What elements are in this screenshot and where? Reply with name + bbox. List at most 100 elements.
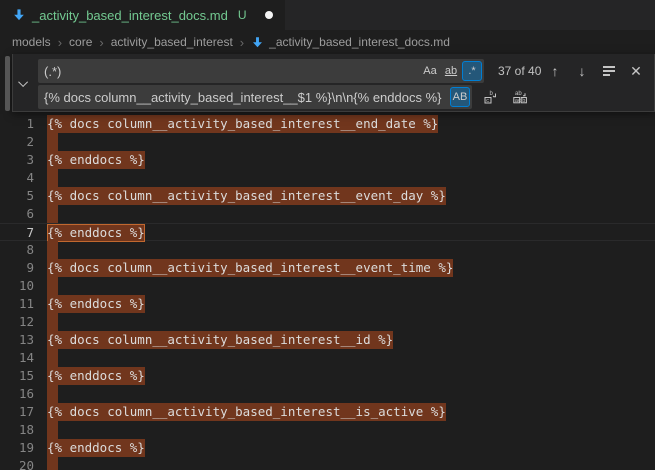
replace-all-icon: ab ac b xyxy=(512,89,528,105)
find-match-highlight xyxy=(47,385,58,403)
replace-row: AB b c xyxy=(38,85,654,109)
toggle-replace-button[interactable] xyxy=(16,75,32,91)
arrow-down-icon: ↓ xyxy=(579,63,586,79)
line-number: 18 xyxy=(0,421,34,439)
preserve-case-icon: AB xyxy=(453,91,468,103)
line-content xyxy=(47,457,58,470)
preserve-case-toggle[interactable]: AB xyxy=(450,87,470,107)
find-match-highlight: {% docs column__activity_based_interest_… xyxy=(47,403,446,421)
line-number: 20 xyxy=(0,457,34,470)
find-match-highlight xyxy=(47,421,58,439)
editor-line[interactable]: 2 xyxy=(0,133,655,151)
breadcrumb-item[interactable]: core xyxy=(69,35,92,49)
line-content: {% enddocs %} xyxy=(47,367,145,385)
find-actions: ↑ ↓ ✕ xyxy=(545,61,654,81)
line-content: {% enddocs %} xyxy=(47,224,145,242)
find-match-highlight: {% enddocs %} xyxy=(47,295,145,313)
find-match-highlight: {% docs column__activity_based_interest_… xyxy=(47,115,438,133)
editor-line[interactable]: 1 {% docs column__activity_based_interest… xyxy=(0,115,655,133)
editor-line[interactable]: 15{% enddocs %} xyxy=(0,367,655,385)
breadcrumb-item-file[interactable]: _activity_based_interest_docs.md xyxy=(251,35,450,49)
find-match-highlight xyxy=(47,169,58,187)
match-case-icon: Aa xyxy=(423,65,436,77)
editor-line[interactable]: 19{% enddocs %} xyxy=(0,439,655,457)
tab-modified-dot[interactable] xyxy=(265,11,273,19)
markdown-file-icon xyxy=(12,8,26,22)
find-match-highlight: {% docs column__activity_based_interest_… xyxy=(47,187,446,205)
editor-line[interactable]: 3{% enddocs %} xyxy=(0,151,655,169)
breadcrumb-item[interactable]: activity_based_interest xyxy=(111,35,233,49)
selection-icon xyxy=(603,66,615,76)
tab-bar: _activity_based_interest_docs.md U xyxy=(0,0,655,30)
previous-match-button[interactable]: ↑ xyxy=(545,61,565,81)
close-icon: ✕ xyxy=(630,63,642,80)
chevron-right-icon: › xyxy=(99,35,103,50)
line-content: {% docs column__activity_based_interest_… xyxy=(47,187,446,205)
find-results-count: 37 of 40 xyxy=(498,64,541,78)
chevron-right-icon: › xyxy=(240,35,244,50)
find-match-highlight xyxy=(47,349,58,367)
find-in-selection-button[interactable] xyxy=(599,61,619,81)
line-number: 1 xyxy=(0,115,34,133)
find-match-highlight xyxy=(47,133,58,151)
editor-line[interactable]: 9 {% docs column__activity_based_interest… xyxy=(0,259,655,277)
replace-button[interactable]: b c xyxy=(481,87,501,107)
whole-word-toggle[interactable]: ab xyxy=(441,61,461,81)
close-find-button[interactable]: ✕ xyxy=(626,61,646,81)
editor-pane[interactable]: 1 {% docs column__activity_based_interest… xyxy=(0,54,655,470)
line-number: 4 xyxy=(0,169,34,187)
next-match-button[interactable]: ↓ xyxy=(572,61,592,81)
replace-input[interactable] xyxy=(44,86,449,108)
editor-line[interactable]: 14 xyxy=(0,349,655,367)
breadcrumb: models › core › activity_based_interest › _act… xyxy=(0,30,655,54)
replace-icon: b c xyxy=(483,89,499,105)
line-number: 10 xyxy=(0,277,34,295)
editor-line[interactable]: 5 {% docs column__activity_based_interest… xyxy=(0,187,655,205)
regex-icon: .* xyxy=(468,65,475,77)
editor-line[interactable]: 18 xyxy=(0,421,655,439)
line-content: {% docs column__activity_based_interest_… xyxy=(47,331,393,349)
find-match-highlight: {% docs column__activity_based_interest_… xyxy=(47,331,393,349)
editor-line[interactable]: 13 {% docs column__activity_based_interes… xyxy=(0,331,655,349)
editor-line[interactable]: 20 xyxy=(0,457,655,470)
editor-tab[interactable]: _activity_based_interest_docs.md U xyxy=(0,0,285,30)
breadcrumb-item[interactable]: models xyxy=(12,35,51,49)
find-match-highlight xyxy=(47,205,58,223)
line-number: 9 xyxy=(0,259,34,277)
svg-text:c: c xyxy=(486,98,489,104)
find-match-highlight: {% enddocs %} xyxy=(47,367,145,385)
find-input-wrap: Aa ab .* xyxy=(38,59,484,83)
find-input[interactable] xyxy=(44,60,419,82)
editor-line[interactable]: 11 {% enddocs %} xyxy=(0,295,655,313)
line-number: 13 xyxy=(0,331,34,349)
editor-line[interactable]: 12 xyxy=(0,313,655,331)
line-number: 5 xyxy=(0,187,34,205)
svg-text:b: b xyxy=(522,98,525,104)
tab-git-status: U xyxy=(238,8,247,22)
arrow-up-icon: ↑ xyxy=(552,63,559,79)
line-number: 12 xyxy=(0,313,34,331)
editor-line[interactable]: 8 xyxy=(0,241,655,259)
line-content: {% docs column__activity_based_interest_… xyxy=(47,403,446,421)
line-content: {% docs column__activity_based_interest_… xyxy=(47,259,453,277)
editor-line[interactable]: 4 xyxy=(0,169,655,187)
line-number: 17 xyxy=(0,403,34,421)
editor-line[interactable]: 16 xyxy=(0,385,655,403)
line-number: 8 xyxy=(0,241,34,259)
svg-text:ab: ab xyxy=(515,91,522,97)
replace-all-button[interactable]: ab ac b xyxy=(510,87,530,107)
line-number: 2 xyxy=(0,133,34,151)
chevron-right-icon: › xyxy=(58,35,62,50)
editor-line[interactable]: 7{% enddocs %} xyxy=(0,223,655,241)
line-number: 11 xyxy=(0,295,34,313)
editor-line[interactable]: 6 xyxy=(0,205,655,223)
line-number: 6 xyxy=(0,205,34,223)
editor-line[interactable]: 10 xyxy=(0,277,655,295)
replace-input-wrap: AB xyxy=(38,85,472,109)
find-match-highlight xyxy=(47,313,58,331)
regex-toggle[interactable]: .* xyxy=(462,61,482,81)
breadcrumb-filename: _activity_based_interest_docs.md xyxy=(269,35,450,49)
match-case-toggle[interactable]: Aa xyxy=(420,61,440,81)
editor-line[interactable]: 17 {% docs column__activity_based_interes… xyxy=(0,403,655,421)
find-widget-resize-sash[interactable] xyxy=(5,56,10,111)
